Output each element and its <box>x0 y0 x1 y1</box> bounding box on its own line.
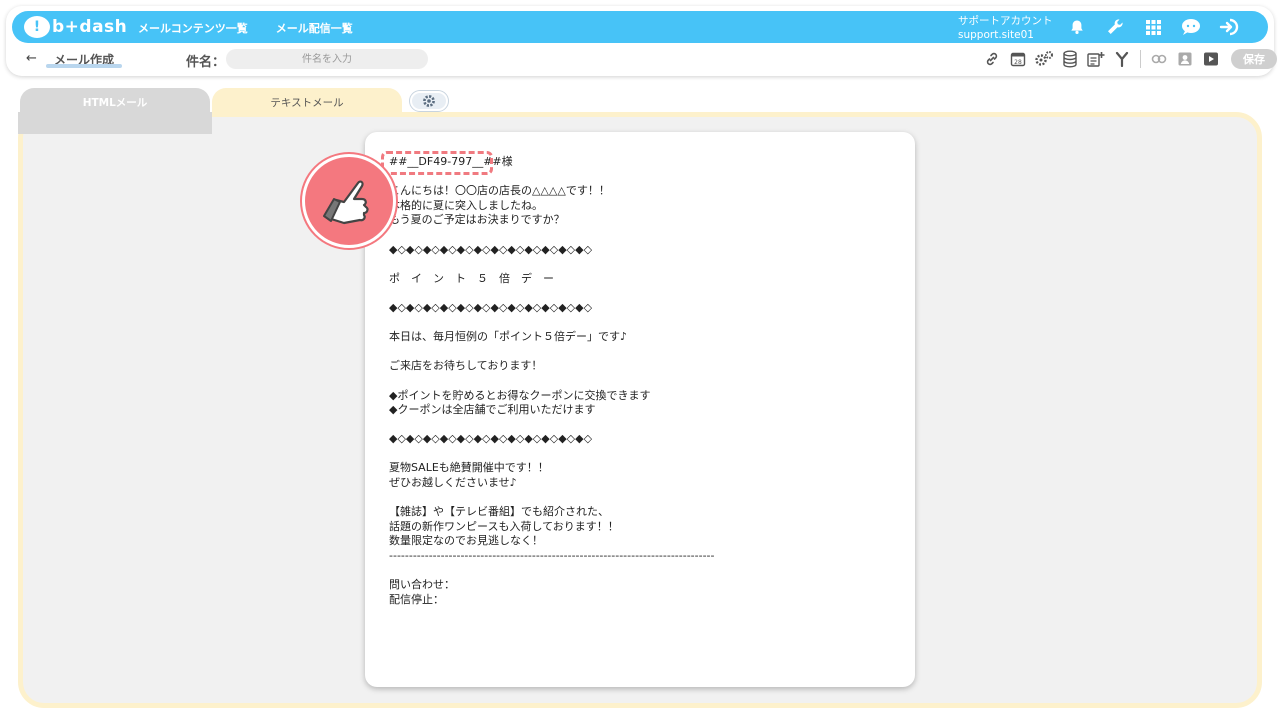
editor-tools: 28 保存 <box>982 49 1277 69</box>
account-id: support.site01 <box>958 29 1034 41</box>
account-name: サポートアカウント <box>958 15 1053 27</box>
tab-html-mail[interactable]: HTMLメール <box>20 88 210 116</box>
apps-grid-icon[interactable] <box>1140 16 1166 38</box>
settings-gear-button[interactable] <box>410 91 448 111</box>
toolbar-divider <box>1140 50 1141 68</box>
svg-text:28: 28 <box>1014 59 1022 66</box>
link-icon[interactable] <box>982 49 1002 69</box>
top-navigation-bar: ! b+dash メールコンテンツ一覧 メール配信一覧 サポートアカウント su… <box>12 11 1268 43</box>
calendar-icon[interactable]: 28 <box>1008 49 1028 69</box>
gears-icon[interactable] <box>1034 49 1054 69</box>
save-button[interactable]: 保存 <box>1231 49 1277 69</box>
database-icon[interactable] <box>1060 49 1080 69</box>
subject-input[interactable] <box>226 49 428 69</box>
nav-mail-contents[interactable]: メールコンテンツ一覧 <box>138 20 248 36</box>
editor-toolbar: ← メール作成 件名： 28 保存 <box>0 46 1280 74</box>
tutorial-pointer <box>302 154 396 248</box>
title-underline <box>46 64 122 68</box>
subject-label: 件名： <box>186 55 226 70</box>
logout-icon[interactable] <box>1216 16 1242 38</box>
merge-tag-highlight <box>381 151 493 175</box>
branch-icon[interactable] <box>1112 49 1132 69</box>
preview-play-icon[interactable] <box>1201 49 1221 69</box>
pointing-hand-icon <box>323 180 369 225</box>
mail-body-text[interactable]: ##__DF49-797__##様 こんにちは！〇〇店の店長の△△△△です！！ … <box>389 155 714 607</box>
account-info[interactable]: サポートアカウント support.site01 <box>958 14 1053 42</box>
wrench-icon[interactable] <box>1102 16 1128 38</box>
gear-icon <box>423 95 435 107</box>
brand-logo[interactable]: ! b+dash <box>24 15 127 39</box>
header-icons <box>1064 16 1242 38</box>
tab-text-mail[interactable]: テキストメール <box>212 88 402 116</box>
contact-card-icon[interactable] <box>1175 49 1195 69</box>
add-block-icon[interactable] <box>1086 49 1106 69</box>
link-disabled-icon[interactable] <box>1149 49 1169 69</box>
chat-icon[interactable] <box>1178 16 1204 38</box>
text-mail-editor[interactable]: ##__DF49-797__##様 こんにちは！〇〇店の店長の△△△△です！！ … <box>365 132 915 687</box>
logo-text: b+dash <box>52 17 128 37</box>
bell-icon[interactable] <box>1064 16 1090 38</box>
top-nav: メールコンテンツ一覧 メール配信一覧 <box>138 20 353 36</box>
logo-badge-icon: ! <box>24 16 50 38</box>
nav-mail-delivery[interactable]: メール配信一覧 <box>276 20 353 36</box>
back-arrow-icon[interactable]: ← <box>26 51 37 66</box>
